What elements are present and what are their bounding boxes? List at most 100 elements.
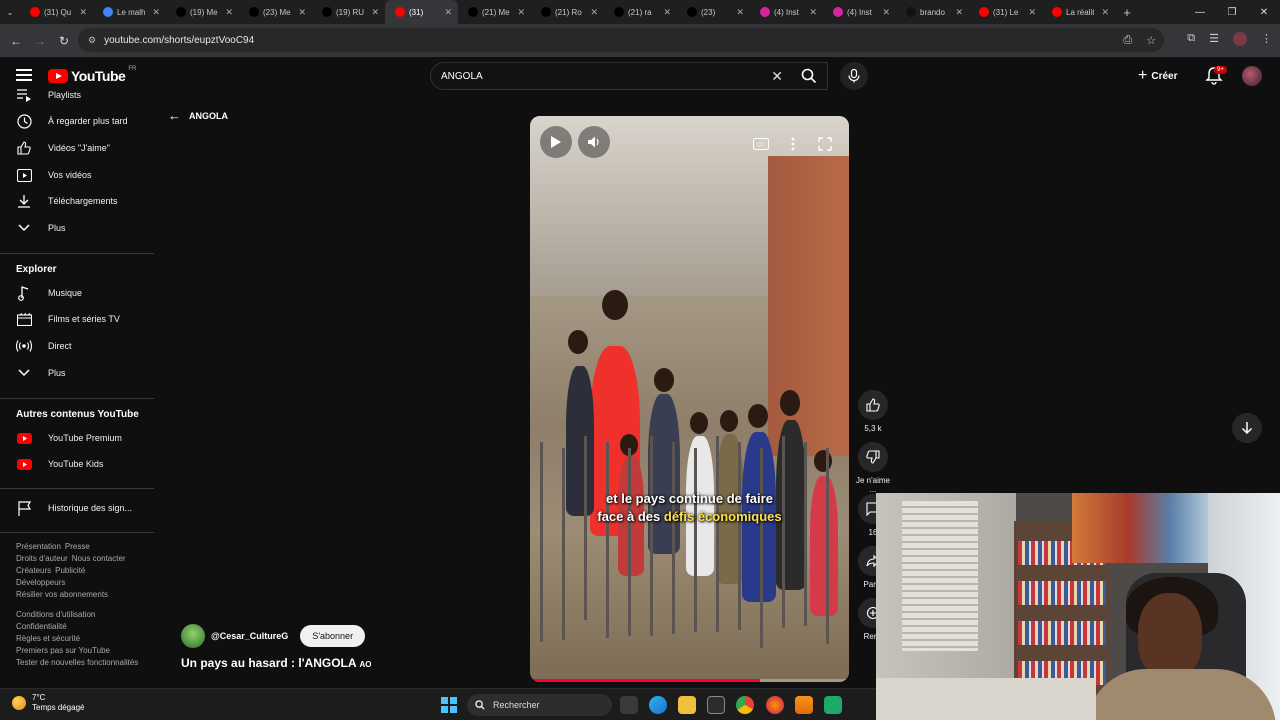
footer-link[interactable]: Tester de nouvelles fonctionnalités [16, 658, 138, 667]
tab-groups-icon[interactable]: ☰ [1209, 32, 1219, 46]
footer-link[interactable]: Publicité [55, 566, 85, 575]
new-tab-button[interactable]: + [1115, 5, 1139, 20]
windows-start-icon[interactable] [441, 697, 457, 713]
browser-tab[interactable]: (31) Le ✕ [969, 0, 1042, 24]
next-short-button[interactable] [1232, 413, 1262, 443]
short-video-player[interactable]: CC et le pays continue de faire face à d… [530, 116, 849, 682]
vlc-icon[interactable] [795, 696, 813, 714]
site-info-icon[interactable]: ⚙ [88, 35, 96, 46]
footer-link[interactable]: Premiers pas sur YouTube [16, 646, 110, 655]
search-input[interactable]: ANGOLA ✕ [430, 62, 828, 90]
sidebar-item-plus[interactable]: Plus [0, 360, 150, 386]
browser-tab[interactable]: (31) ✕ [385, 0, 458, 24]
sidebar-item-youtube-premium[interactable]: YouTube Premium [0, 425, 150, 451]
sidebar-item-musique[interactable]: Musique [0, 280, 150, 306]
play-button[interactable] [540, 126, 572, 158]
subscribe-button[interactable]: S'abonner [300, 625, 366, 647]
close-tab-icon[interactable]: ✕ [663, 7, 671, 18]
back-to-search-link[interactable]: ← ANGOLA [168, 108, 228, 123]
close-tab-icon[interactable]: ✕ [371, 7, 379, 18]
close-tab-icon[interactable]: ✕ [955, 7, 963, 18]
footer-link[interactable]: Droits d'auteur [16, 554, 68, 563]
footer-link[interactable]: Règles et sécurité [16, 634, 80, 643]
clear-search-icon[interactable]: ✕ [771, 68, 783, 85]
taskbar-search[interactable]: Rechercher [467, 694, 612, 716]
firefox-icon[interactable] [766, 696, 784, 714]
sidebar-item-direct[interactable]: Direct [0, 333, 150, 359]
sidebar-item-films-et-s-ries-tv[interactable]: Films et séries TV [0, 306, 150, 332]
reload-icon[interactable]: ↻ [52, 34, 76, 48]
fullscreen-icon[interactable] [815, 134, 835, 154]
sidebar-item-vid-os-j-aime[interactable]: Vidéos "J'aime" [0, 135, 150, 161]
browser-tab[interactable]: (21) Me ✕ [458, 0, 531, 24]
close-tab-icon[interactable]: ✕ [152, 7, 160, 18]
store-icon[interactable] [707, 696, 725, 714]
sidebar-item-regarder-plus-tard[interactable]: À regarder plus tard [0, 108, 150, 134]
browser-tab[interactable]: (21) ra ✕ [604, 0, 677, 24]
weather-widget[interactable]: 7°C Temps dégagé [12, 693, 84, 713]
captions-icon[interactable]: CC [751, 134, 771, 154]
address-bar[interactable]: ⚙ youtube.com/shorts/eupztVooC94 ⎙ ☆ [78, 28, 1164, 52]
sidebar-item-playlists[interactable]: Playlists [0, 82, 150, 108]
browser-tab[interactable]: (19) RU ✕ [312, 0, 385, 24]
close-window-button[interactable]: ✕ [1248, 7, 1280, 18]
close-tab-icon[interactable]: ✕ [1101, 7, 1109, 18]
more-menu-icon[interactable]: ⋮ [1261, 32, 1272, 46]
footer-link[interactable]: Conditions d'utilisation [16, 610, 95, 619]
sidebar-item-vos-vid-os[interactable]: Vos vidéos [0, 162, 150, 188]
chrome-icon[interactable] [736, 696, 754, 714]
file-explorer-icon[interactable] [678, 696, 696, 714]
close-tab-icon[interactable]: ✕ [809, 7, 817, 18]
close-tab-icon[interactable]: ✕ [79, 7, 87, 18]
extensions-icon[interactable]: ⧉ [1187, 32, 1195, 46]
close-tab-icon[interactable]: ✕ [517, 7, 525, 18]
footer-link[interactable]: Développeurs [16, 578, 65, 587]
forward-arrow-icon[interactable]: → [28, 34, 52, 48]
browser-tab[interactable]: (21) Ro ✕ [531, 0, 604, 24]
browser-tab[interactable]: La réalit ✕ [1042, 0, 1115, 24]
close-tab-icon[interactable]: ✕ [298, 7, 306, 18]
close-tab-icon[interactable]: ✕ [225, 7, 233, 18]
browser-tab[interactable]: (4) Inst ✕ [750, 0, 823, 24]
task-view-icon[interactable] [620, 696, 638, 714]
close-tab-icon[interactable]: ✕ [590, 7, 598, 18]
volume-button[interactable] [578, 126, 610, 158]
browser-tab[interactable]: (4) Inst ✕ [823, 0, 896, 24]
minimize-button[interactable]: — [1184, 7, 1216, 18]
sidebar-item-youtube-kids[interactable]: YouTube Kids [0, 451, 150, 477]
dislike-action[interactable]: Je n'aime ... [856, 442, 890, 494]
more-options-icon[interactable] [783, 134, 803, 154]
sidebar-item-t-l-chargements[interactable]: Téléchargements [0, 188, 150, 214]
tab-search-button[interactable]: ⌄ [0, 2, 20, 22]
close-tab-icon[interactable]: ✕ [882, 7, 890, 18]
menu-icon[interactable] [16, 69, 32, 81]
footer-link[interactable]: Résilier vos abonnements [16, 590, 108, 599]
channel-name[interactable]: @Cesar_CultureG [211, 631, 288, 641]
sidebar-item-historique-des-sign[interactable]: Historique des sign... [0, 495, 150, 521]
install-app-icon[interactable]: ⎙ [1123, 34, 1132, 47]
footer-link[interactable]: Nous contacter [72, 554, 126, 563]
browser-tab[interactable]: (23) ✕ [677, 0, 750, 24]
video-progress-bar[interactable] [530, 679, 849, 682]
browser-tab[interactable]: (23) Me ✕ [239, 0, 312, 24]
short-title[interactable]: Un pays au hasard : l'ANGOLA AO [181, 656, 371, 670]
restore-button[interactable]: ❐ [1216, 7, 1248, 18]
edge-icon[interactable] [649, 696, 667, 714]
close-tab-icon[interactable]: ✕ [444, 7, 452, 18]
sidebar-item-plus[interactable]: Plus [0, 215, 150, 241]
app-icon[interactable] [824, 696, 842, 714]
browser-tab[interactable]: brando ✕ [896, 0, 969, 24]
footer-link[interactable]: Confidentialité [16, 622, 67, 631]
browser-tab[interactable]: (19) Me ✕ [166, 0, 239, 24]
close-tab-icon[interactable]: ✕ [1028, 7, 1036, 18]
voice-search-button[interactable] [840, 62, 868, 90]
channel-avatar[interactable] [181, 624, 205, 648]
footer-link[interactable]: Présentation [16, 542, 61, 551]
close-tab-icon[interactable]: ✕ [736, 7, 744, 18]
browser-tab[interactable]: (31) Qu ✕ [20, 0, 93, 24]
browser-profile-avatar[interactable] [1233, 32, 1247, 46]
like-action[interactable]: 5,3 k [856, 390, 890, 433]
bookmark-star-icon[interactable]: ☆ [1146, 34, 1156, 47]
search-button[interactable] [790, 62, 828, 90]
create-button[interactable]: + Créer [1138, 65, 1177, 87]
